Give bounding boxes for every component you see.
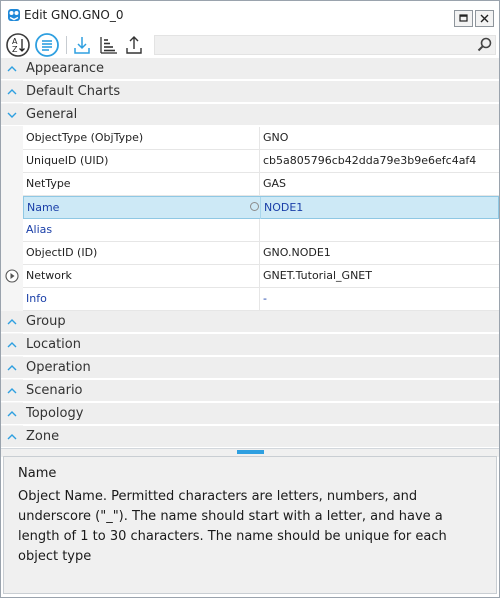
property-row-objectid[interactable]: ObjectID (ID) GNO.NODE1 (23, 242, 499, 265)
property-value: GNO (263, 131, 289, 144)
splitter-grip[interactable] (237, 450, 264, 454)
chevron-up-icon (7, 434, 17, 440)
window-title: Edit GNO.GNO_0 (24, 8, 124, 22)
property-value: cb5a805796cb42dda79e3b9e6efc4af4 (263, 154, 477, 167)
column-divider (259, 150, 260, 172)
sort-az-icon: A Z (6, 33, 30, 57)
search-icon[interactable] (476, 36, 494, 54)
property-row-objecttype[interactable]: ObjectType (ObjType) GNO (23, 127, 499, 150)
property-row-nettype[interactable]: NetType GAS (23, 173, 499, 196)
category-label: Location (26, 337, 81, 352)
property-name: Alias (26, 223, 53, 236)
category-label: Scenario (26, 383, 83, 398)
description-title: Name (18, 466, 57, 481)
column-divider (259, 219, 260, 241)
property-name: UniqueID (UID) (26, 154, 109, 167)
column-divider (259, 265, 260, 287)
column-divider (260, 197, 261, 219)
description-text: Object Name. Permitted characters are le… (18, 489, 447, 564)
category-label: General (26, 107, 78, 122)
category-label: Appearance (26, 61, 105, 76)
category-label: Default Charts (26, 84, 121, 99)
categorized-list-icon (35, 33, 59, 57)
property-value: GAS (263, 177, 287, 190)
close-button[interactable] (475, 10, 494, 27)
property-row-name[interactable]: Name NODE1 (23, 196, 499, 219)
property-value: GNET.Tutorial_GNET (263, 269, 372, 282)
category-appearance[interactable]: Appearance (1, 58, 499, 80)
column-divider (259, 242, 260, 264)
property-name: ObjectID (ID) (26, 246, 98, 259)
search-input[interactable] (154, 35, 496, 55)
property-row-alias[interactable]: Alias (23, 219, 499, 242)
chevron-up-icon (7, 411, 17, 417)
column-divider (259, 288, 260, 310)
download-icon (74, 37, 90, 54)
category-group[interactable]: Group (1, 311, 499, 333)
property-row-info[interactable]: Info - (23, 288, 499, 311)
category-label: Operation (26, 360, 91, 375)
column-divider (259, 127, 260, 149)
chevron-up-icon (7, 388, 17, 394)
categorized-view-button[interactable] (34, 32, 60, 58)
export-button[interactable] (121, 32, 147, 58)
category-label: Group (26, 314, 66, 329)
category-zone[interactable]: Zone (1, 426, 499, 448)
chevron-up-icon (7, 89, 17, 95)
edit-dialog: Edit GNO.GNO_0 A Z Appearance Default Ch… (0, 0, 500, 598)
title-bar: Edit GNO.GNO_0 (1, 1, 499, 30)
property-row-network[interactable]: Network GNET.Tutorial_GNET (23, 265, 499, 288)
chevron-up-icon (7, 66, 17, 72)
property-name: NetType (26, 177, 71, 190)
chevron-down-icon (7, 112, 17, 118)
property-grid: Appearance Default Charts General Object… (1, 58, 499, 448)
category-operation[interactable]: Operation (1, 357, 499, 379)
category-general[interactable]: General (1, 104, 499, 126)
app-icon (8, 9, 20, 21)
category-location[interactable]: Location (1, 334, 499, 356)
property-name: Network (26, 269, 72, 282)
category-label: Zone (26, 429, 60, 444)
restore-icon (459, 14, 468, 22)
navigate-arrow-icon[interactable] (5, 269, 19, 283)
property-row-uniqueid[interactable]: UniqueID (UID) cb5a805796cb42dda79e3b9e6… (23, 150, 499, 173)
property-name: ObjectType (ObjType) (26, 131, 144, 144)
property-value: GNO.NODE1 (263, 246, 331, 259)
restore-button[interactable] (454, 10, 473, 27)
toolbar-separator (66, 36, 67, 54)
close-icon (480, 14, 489, 23)
import-button[interactable] (69, 32, 95, 58)
sort-bars-icon (100, 37, 117, 54)
chevron-up-icon (7, 342, 17, 348)
property-value[interactable]: NODE1 (264, 201, 303, 214)
svg-text:Z: Z (12, 45, 18, 54)
description-panel: Name Object Name. Permitted characters a… (3, 456, 497, 594)
property-name: Info (26, 292, 47, 305)
column-divider (259, 173, 260, 195)
chevron-up-icon (7, 319, 17, 325)
category-default-charts[interactable]: Default Charts (1, 81, 499, 103)
category-label: Topology (26, 406, 84, 421)
chevron-up-icon (7, 365, 17, 371)
edit-indicator-icon[interactable] (250, 202, 259, 211)
property-value[interactable]: - (263, 292, 267, 305)
upload-icon (126, 36, 142, 54)
property-name: Name (27, 201, 60, 214)
sort-alphabetical-button[interactable]: A Z (5, 32, 31, 58)
category-topology[interactable]: Topology (1, 403, 499, 425)
category-scenario[interactable]: Scenario (1, 380, 499, 402)
sort-order-button[interactable] (95, 32, 121, 58)
